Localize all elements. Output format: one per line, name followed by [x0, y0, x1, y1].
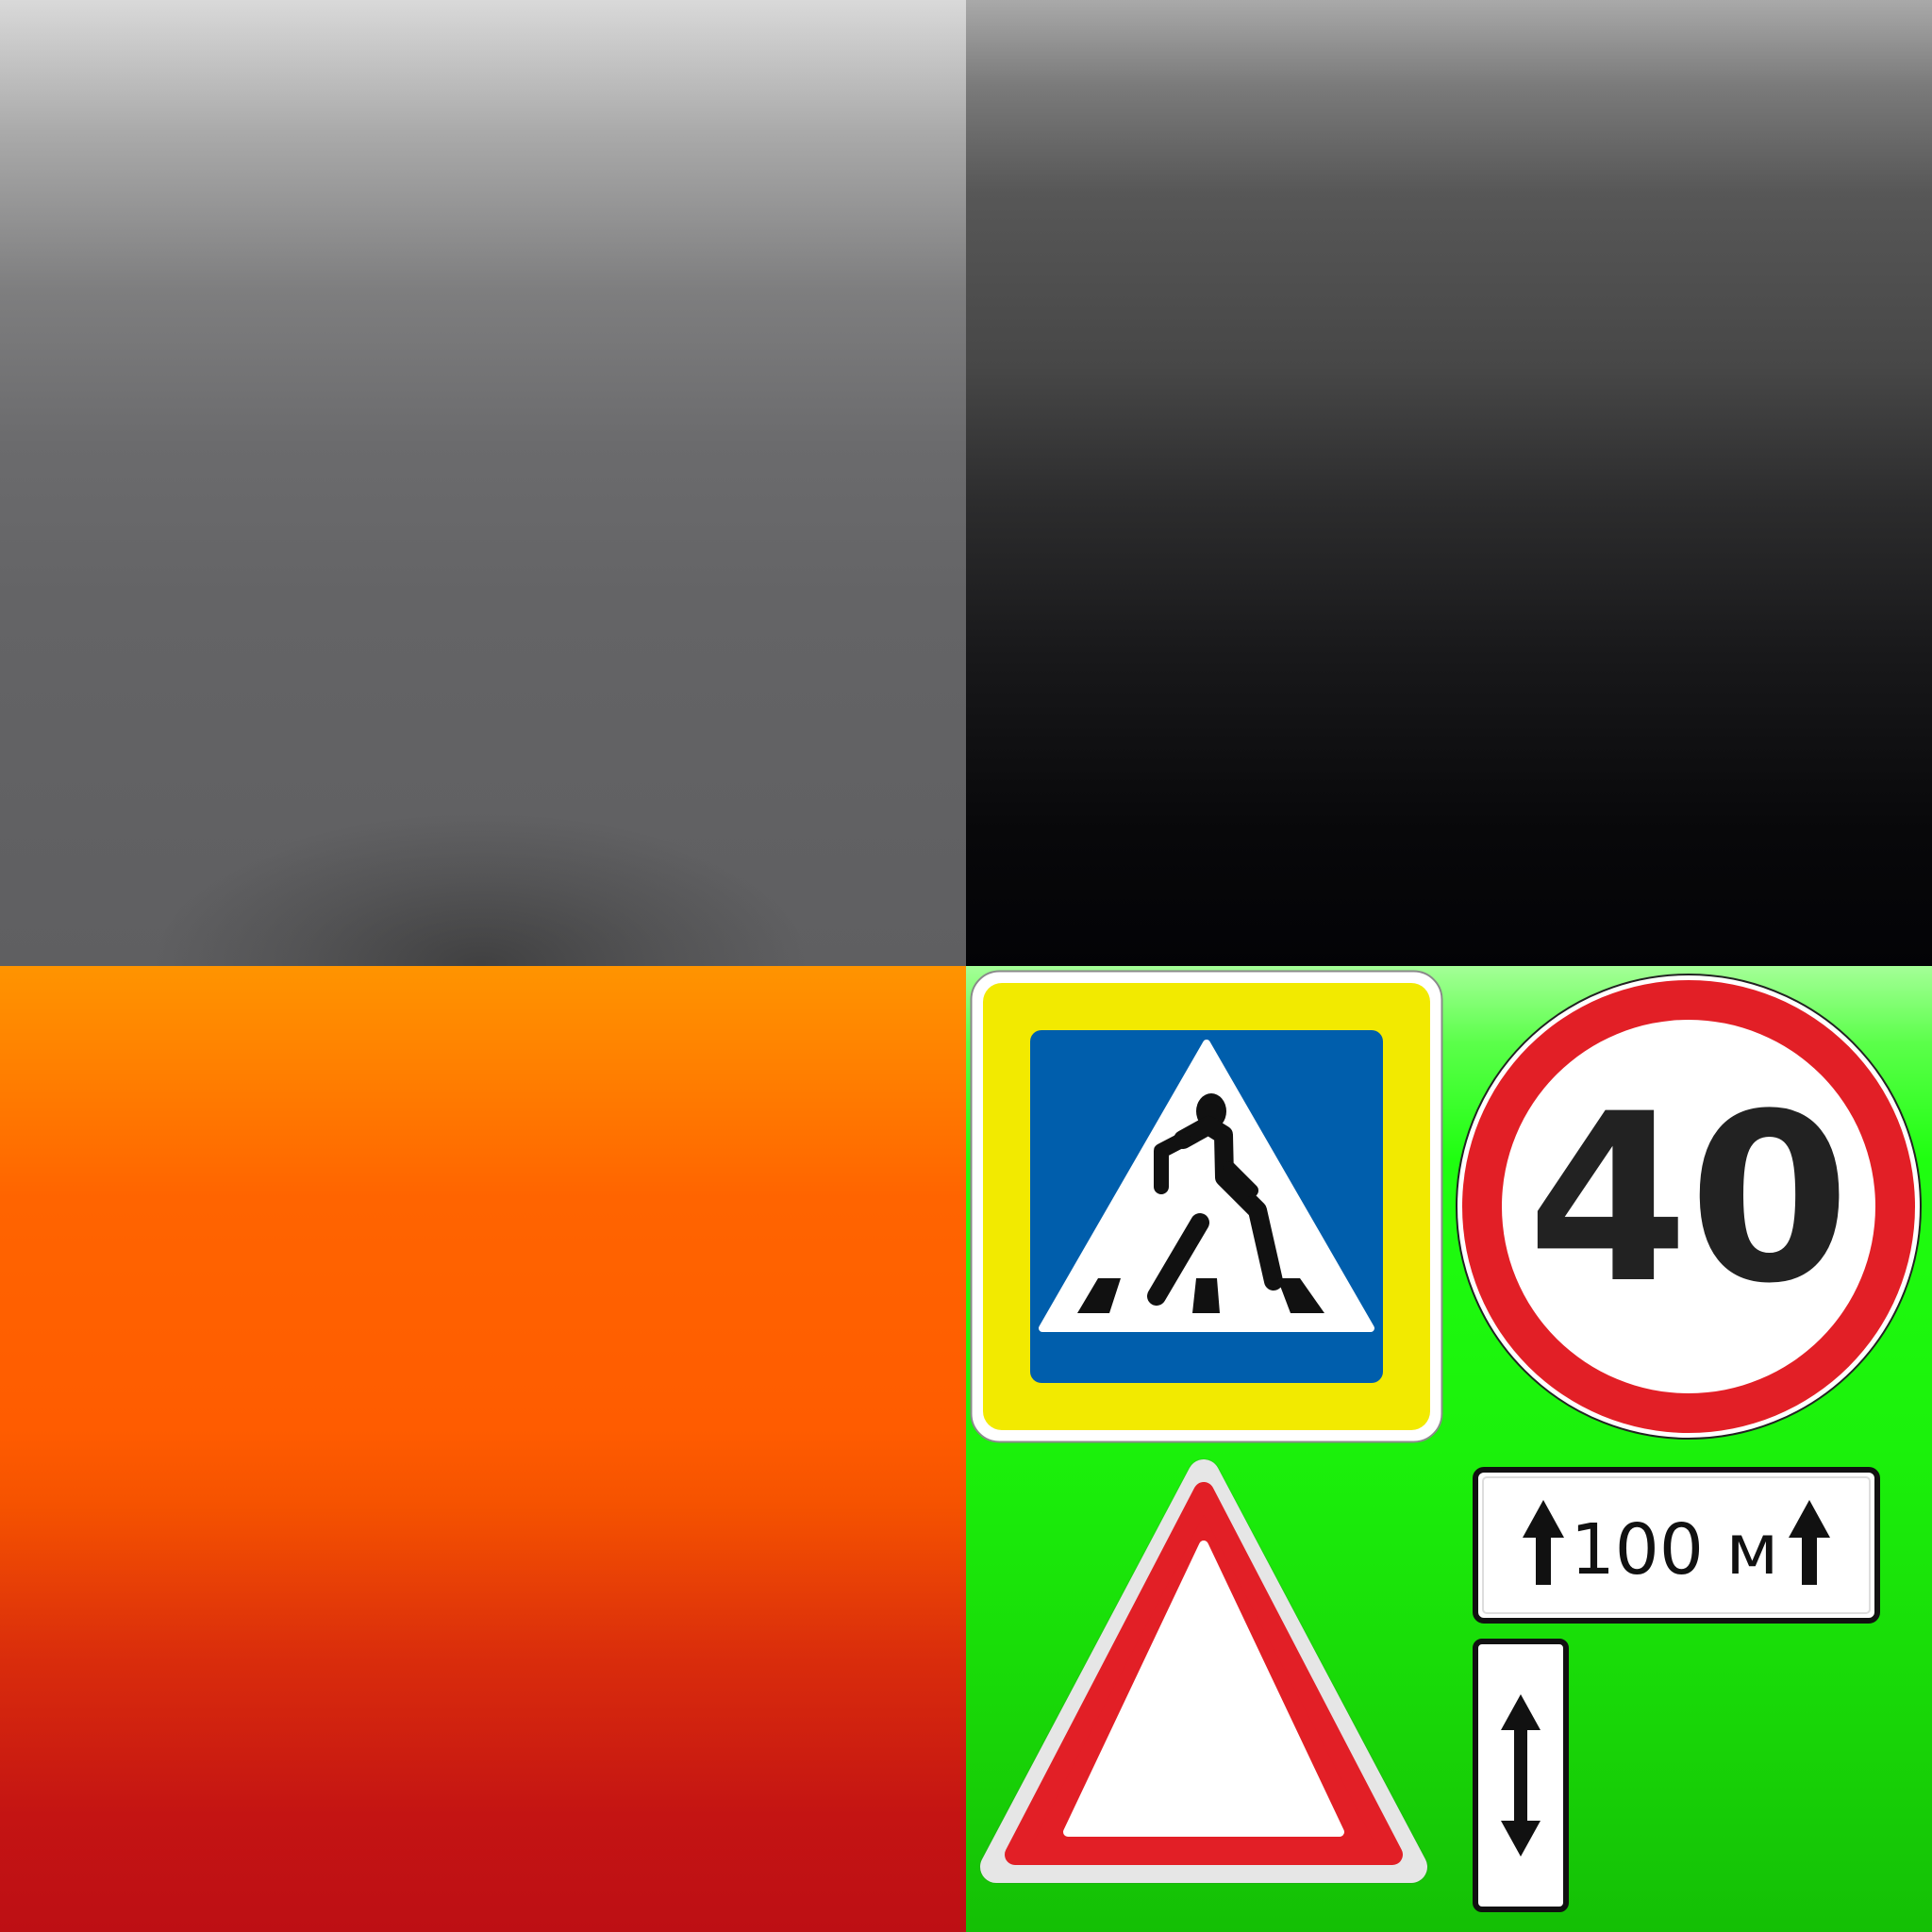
grey-gradient-panel — [0, 0, 966, 991]
vertical-extent-plate — [1473, 1639, 1569, 1912]
orange-red-gradient-panel — [0, 966, 966, 1932]
road-signs-panel: 40 100 м — [966, 966, 1932, 1932]
dark-gradient-panel — [966, 0, 1932, 966]
distance-plate-text: 100 м — [1571, 1509, 1779, 1591]
speed-limit-sign: 40 — [1456, 974, 1922, 1440]
warning-triangle-sign — [979, 1458, 1428, 1884]
distance-plate: 100 м — [1473, 1467, 1880, 1624]
sign-texture-atlas: 40 100 м — [0, 0, 1932, 1932]
dirt-smudge — [151, 811, 811, 991]
speed-limit-value: 40 — [1527, 1065, 1850, 1335]
pedestrian-crossing-sign — [970, 970, 1443, 1443]
